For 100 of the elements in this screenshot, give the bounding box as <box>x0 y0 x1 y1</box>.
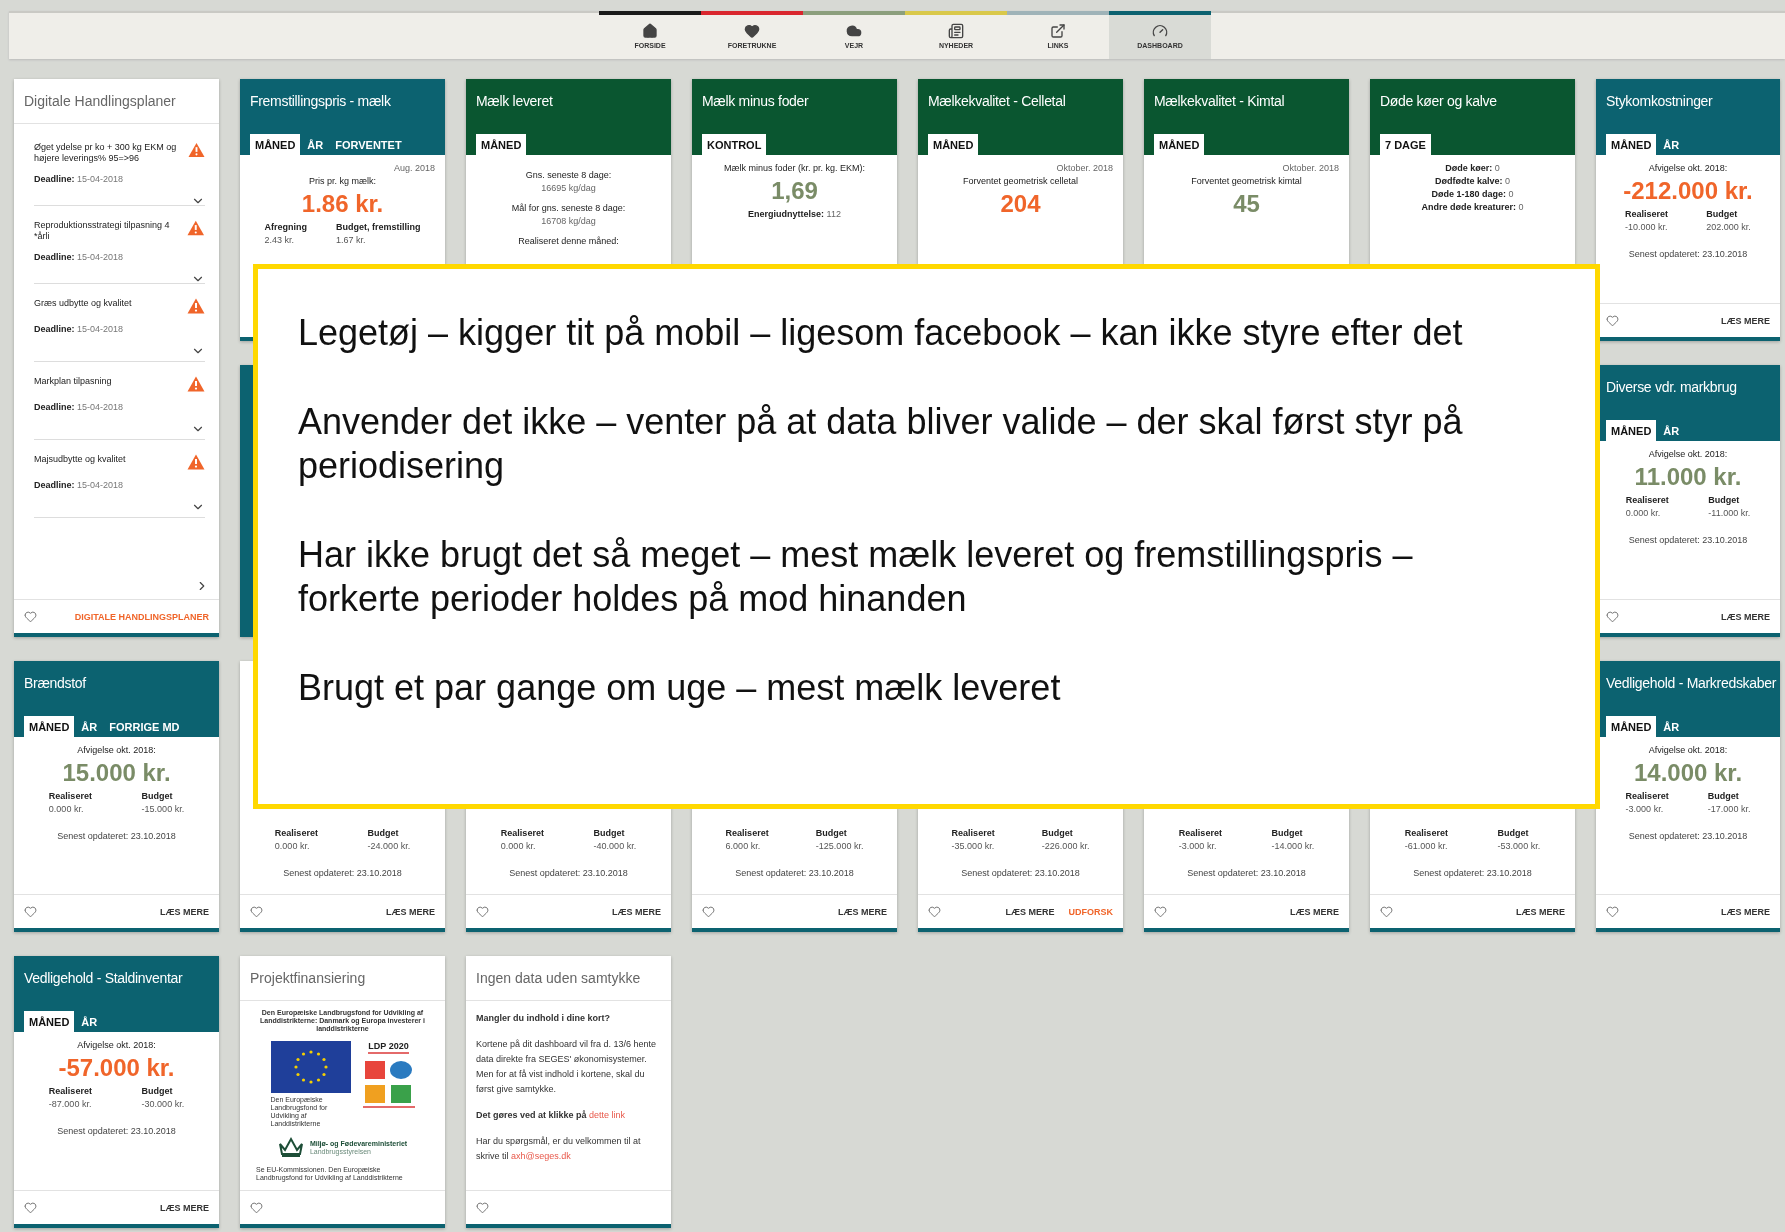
card-tab[interactable]: MÅNED <box>1606 716 1657 737</box>
card-link[interactable]: LÆS MERE <box>1005 906 1055 917</box>
warning-icon <box>187 298 205 314</box>
note-text: Anvender det ikke – venter på at data bliver valide – der skal først styr på periodisering <box>298 400 1464 488</box>
stat-label: Budget <box>1271 828 1304 838</box>
info-paragraph: Kortene på dit dashboard vil fra d. 13/6 hente data direkte fra SEGES' økonomisystemer. Men for at få vist indhold i kortene, skal du først give samtykke. <box>476 1038 658 1096</box>
heart-icon[interactable] <box>476 905 489 918</box>
info-line: Realiseret denne måned: <box>518 236 619 246</box>
stat-value: 0.000 kr. <box>500 841 537 851</box>
plan-item[interactable]: Reproduktionsstrategi tilpasning 4 *årli Deadline: 15-04-2018 <box>34 206 205 284</box>
stat-label: Budget <box>1707 791 1740 801</box>
heart-icon[interactable] <box>1606 905 1619 918</box>
updated-text: Senest opdateret: 23.10.2018 <box>961 868 1080 878</box>
stat-label: Realiseret <box>1625 791 1669 801</box>
card-link[interactable]: LÆS MERE <box>1721 315 1770 326</box>
heart-icon[interactable] <box>1380 905 1393 918</box>
metric-value: 15.000 kr. <box>62 758 171 788</box>
stat-label: Realiseret <box>48 1086 92 1096</box>
stat-value: 0.000 kr. <box>274 841 311 851</box>
card-tab[interactable]: ÅR <box>1658 420 1685 441</box>
card-tab[interactable]: MÅNED <box>24 1011 75 1032</box>
card-tab[interactable]: ÅR <box>302 134 329 155</box>
card-link[interactable]: LÆS MERE <box>1516 906 1565 917</box>
card-tab[interactable]: MÅNED <box>250 134 301 155</box>
stat-value: 6.000 kr. <box>725 841 762 851</box>
info-line: Energiudnyttelse: 112 <box>748 209 841 219</box>
heart-icon[interactable] <box>702 905 715 918</box>
stat-value: -40.000 kr. <box>593 841 637 851</box>
card-title: Stykomkostninger <box>1606 92 1714 109</box>
card-link[interactable]: LÆS MERE <box>160 1202 209 1213</box>
card-tab[interactable]: MÅNED <box>1154 134 1205 155</box>
card-tab[interactable]: FORVENTET <box>330 134 407 155</box>
newspaper-icon <box>948 23 964 39</box>
card-tab[interactable]: ÅR <box>1658 134 1685 155</box>
card-tab[interactable]: 7 DAGE <box>1380 134 1431 155</box>
info-line: Dødfødte kalve: 0 <box>1435 176 1510 186</box>
heart-icon[interactable] <box>476 1201 489 1214</box>
card-tab[interactable]: MÅNED <box>1606 420 1657 441</box>
plan-item[interactable]: Græs udbytte og kvalitet Deadline: 15-04-2018 <box>34 284 205 362</box>
period-text: Aug. 2018 <box>393 163 435 173</box>
card-title: Digitale Handlingsplaner <box>14 79 219 124</box>
updated-text: Senest opdateret: 23.10.2018 <box>1628 249 1748 259</box>
metric-label: Forventet geometrisk kimtal <box>1191 176 1302 186</box>
plan-item[interactable]: Øget ydelse pr ko + 300 kg EKM og højere leverings% 95=>96 Deadline: 15-04-2018 <box>34 128 205 206</box>
heart-icon[interactable] <box>250 905 263 918</box>
card-link[interactable]: LÆS MERE <box>160 906 209 917</box>
card-link[interactable]: LÆS MERE <box>1721 906 1770 917</box>
heart-icon[interactable] <box>1606 610 1619 623</box>
metric-value: 1.86 kr. <box>301 189 384 219</box>
card-link[interactable]: LÆS MERE <box>386 906 435 917</box>
stat-label: Budget <box>141 791 174 801</box>
card-title: Mælkekvalitet - Kimtal <box>1154 92 1286 109</box>
home-icon <box>642 23 658 39</box>
period-text: Oktober. 2018 <box>1056 163 1113 173</box>
heart-icon[interactable] <box>24 610 37 623</box>
card-tab[interactable]: KONTROL <box>702 134 767 155</box>
stat-label: Budget <box>815 828 848 838</box>
card-title: Fremstillingspris - mælk <box>250 92 392 109</box>
heart-icon[interactable] <box>24 1201 37 1214</box>
heart-icon[interactable] <box>1154 905 1167 918</box>
note-text: Brugt et par gange om uge – mest mælk leveret <box>298 666 1062 710</box>
stat-value: -35.000 kr. <box>951 841 995 851</box>
card-tab[interactable]: MÅNED <box>928 134 979 155</box>
deadline-text: Deadline: 15-04-2018 <box>34 252 125 262</box>
metric-value: 14.000 kr. <box>1633 758 1743 788</box>
card-tab[interactable]: FORRIGE MD <box>104 716 185 737</box>
card-tab[interactable]: ÅR <box>76 1011 103 1032</box>
plan-title: Reproduktionsstrategi tilpasning 4 *årli <box>34 220 171 242</box>
stat-value: -53.000 kr. <box>1497 841 1541 851</box>
card-link[interactable]: LÆS MERE <box>612 906 661 917</box>
heart-icon[interactable] <box>250 1201 263 1214</box>
heart-icon[interactable] <box>24 905 37 918</box>
card-tab[interactable]: ÅR <box>1658 716 1685 737</box>
plan-title: Øget ydelse pr ko + 300 kg EKM og højere leverings% 95=>96 <box>34 142 178 164</box>
metric-label: Afvigelse okt. 2018: <box>1648 163 1728 173</box>
card-link[interactable]: LÆS MERE <box>838 906 887 917</box>
updated-text: Senest opdateret: 23.10.2018 <box>57 1126 176 1136</box>
updated-text: Senest opdateret: 23.10.2018 <box>57 831 176 841</box>
stat-value: -17.000 kr. <box>1707 804 1751 814</box>
card-link[interactable]: LÆS MERE <box>1290 906 1339 917</box>
heart-icon[interactable] <box>928 905 941 918</box>
text-link[interactable]: axh@seges.dk <box>511 1151 571 1161</box>
warning-icon <box>188 142 205 158</box>
stat-label: Budget <box>1497 828 1530 838</box>
plan-item[interactable]: Majsudbytte og kvalitet Deadline: 15-04-2018 <box>34 440 205 518</box>
card-tab[interactable]: MÅNED <box>1606 134 1657 155</box>
card-title: Døde køer og kalve <box>1380 92 1498 109</box>
stat-label: Realiseret <box>951 828 995 838</box>
card-tab[interactable]: MÅNED <box>476 134 527 155</box>
stat-value: 202.000 kr. <box>1706 222 1751 232</box>
card-link[interactable]: LÆS MERE <box>1721 611 1770 622</box>
plan-item[interactable]: Markplan tilpasning Deadline: 15-04-2018 <box>34 362 205 440</box>
program-logo-text: LDP 2020 <box>368 1041 409 1054</box>
plan-title: Majsudbytte og kvalitet <box>34 454 126 465</box>
heart-icon[interactable] <box>1606 314 1619 327</box>
updated-text: Senest opdateret: 23.10.2018 <box>283 868 402 878</box>
text-link[interactable]: dette link <box>589 1110 626 1120</box>
card-tab[interactable]: ÅR <box>76 716 103 737</box>
card-tab[interactable]: MÅNED <box>24 716 75 737</box>
cloud-icon <box>846 23 862 39</box>
